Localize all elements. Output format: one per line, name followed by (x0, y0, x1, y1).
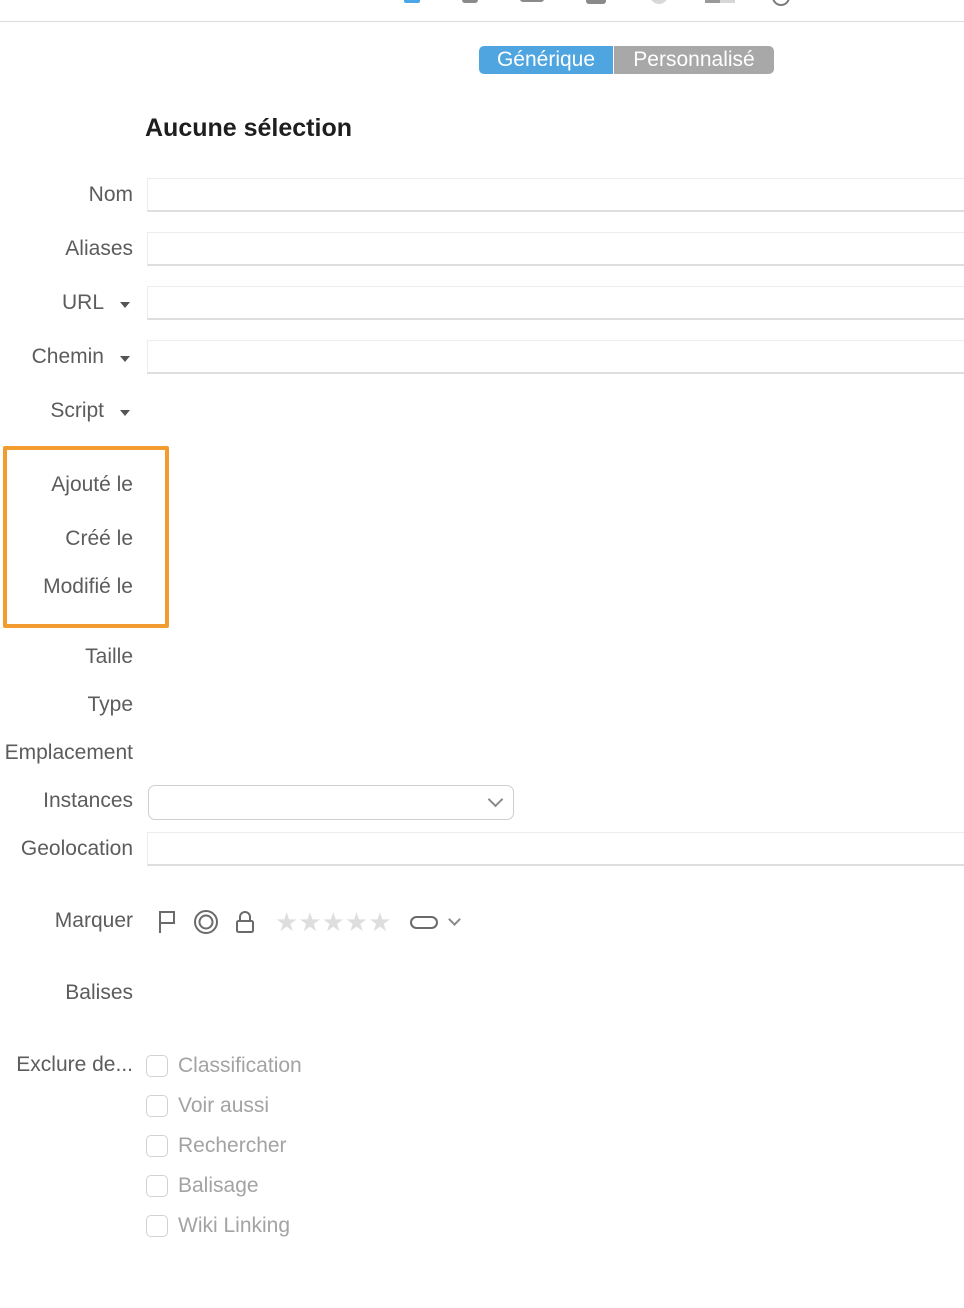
exclude-tagging[interactable]: Balisage (146, 1173, 259, 1199)
script-dropdown-icon[interactable] (120, 410, 130, 416)
checkbox[interactable] (146, 1055, 168, 1077)
checkbox[interactable] (146, 1215, 168, 1237)
path-dropdown-icon[interactable] (120, 356, 130, 362)
tab-generic[interactable]: Générique (479, 46, 613, 74)
inspector-toolbar (0, 0, 964, 22)
label-modified: Modifié le (43, 575, 133, 598)
label-name: Nom (88, 183, 133, 206)
rating-stars[interactable]: ★★★★★ (275, 907, 392, 938)
label-exclude: Exclure de... (16, 1053, 133, 1076)
mark-controls: ★★★★★ (155, 904, 461, 940)
info-icon[interactable] (404, 0, 420, 4)
chevron-down-icon (487, 791, 504, 808)
checkbox-label: Classification (178, 1054, 302, 1077)
path-field[interactable] (147, 340, 964, 374)
checkbox[interactable] (146, 1135, 168, 1157)
lock-icon[interactable] (233, 909, 257, 935)
circle-icon[interactable] (650, 0, 668, 4)
geolocation-field[interactable] (147, 832, 964, 866)
instances-select[interactable] (148, 785, 514, 820)
chevron-down-icon[interactable] (447, 912, 461, 926)
label-type: Type (87, 693, 133, 716)
label-created: Créé le (65, 527, 133, 550)
url-menu-label[interactable]: URL (62, 291, 104, 315)
document-icon[interactable] (586, 0, 606, 4)
exclude-search[interactable]: Rechercher (146, 1133, 287, 1159)
segmented-control: Générique Personnalisé (479, 46, 774, 74)
label-instances: Instances (43, 789, 133, 812)
url-field[interactable] (147, 286, 964, 320)
exclude-see-also[interactable]: Voir aussi (146, 1093, 269, 1119)
tab-custom[interactable]: Personnalisé (613, 46, 774, 74)
search-icon[interactable] (772, 0, 790, 6)
label-mark: Marquer (54, 909, 133, 932)
path-menu-label[interactable]: Chemin (32, 345, 104, 369)
list-icon[interactable] (520, 0, 544, 2)
label-pill-icon[interactable] (409, 915, 438, 929)
unread-circle-icon[interactable] (193, 909, 219, 935)
annotation-icon[interactable] (462, 0, 478, 3)
label-size: Taille (85, 645, 133, 668)
exclude-classification[interactable]: Classification (146, 1053, 302, 1079)
name-field[interactable] (147, 178, 964, 212)
checkbox-label: Balisage (178, 1174, 259, 1197)
script-menu-label[interactable]: Script (50, 399, 104, 423)
split-view-icon[interactable] (705, 0, 735, 3)
checkbox-label: Wiki Linking (178, 1214, 291, 1237)
checkbox[interactable] (146, 1175, 168, 1197)
page-title: Aucune sélection (145, 114, 352, 142)
checkbox-label: Voir aussi (178, 1094, 270, 1117)
label-tags: Balises (65, 981, 133, 1004)
aliases-field[interactable] (147, 232, 964, 266)
url-dropdown-icon[interactable] (120, 302, 130, 308)
label-geolocation: Geolocation (20, 837, 133, 860)
exclude-wiki-linking[interactable]: Wiki Linking (146, 1213, 290, 1239)
checkbox[interactable] (146, 1095, 168, 1117)
checkbox-label: Rechercher (178, 1134, 287, 1157)
label-added: Ajouté le (51, 473, 133, 496)
label-aliases: Aliases (65, 237, 133, 260)
label-location: Emplacement (4, 741, 133, 764)
flag-icon[interactable] (155, 909, 179, 935)
